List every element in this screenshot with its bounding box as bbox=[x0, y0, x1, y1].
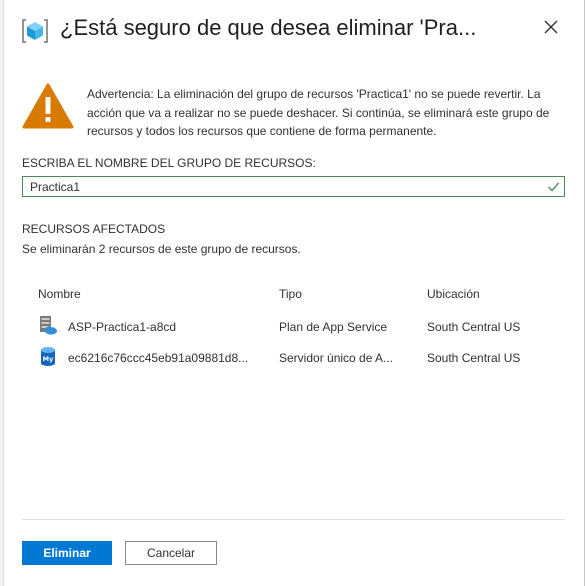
affected-resources-description: Se eliminarán 2 recursos de este grupo d… bbox=[22, 242, 301, 256]
mysql-server-icon: My bbox=[38, 345, 58, 367]
delete-button[interactable]: Eliminar bbox=[22, 541, 112, 565]
background-panel-edge bbox=[0, 0, 4, 586]
confirm-name-field[interactable] bbox=[22, 176, 565, 197]
affected-resources-heading: RECURSOS AFECTADOS bbox=[22, 222, 166, 236]
column-header-name: Nombre bbox=[38, 287, 81, 301]
dialog-header: ¿Está seguro de que desea eliminar 'Pra.… bbox=[20, 10, 568, 50]
close-icon[interactable] bbox=[539, 15, 563, 39]
column-header-type: Tipo bbox=[279, 287, 302, 301]
table-row: My ec6216c76ccc45eb91a09881d8... Servido… bbox=[0, 344, 585, 370]
confirm-name-input[interactable] bbox=[30, 179, 530, 195]
column-header-location: Ubicación bbox=[427, 287, 480, 301]
resource-type: Servidor único de A... bbox=[279, 351, 394, 365]
table-row: ASP-Practica1-a8cd Plan de App Service S… bbox=[0, 313, 585, 339]
resource-location: South Central US bbox=[427, 351, 521, 365]
app-service-plan-icon bbox=[38, 314, 58, 336]
svg-text:My: My bbox=[43, 355, 54, 363]
resource-location: South Central US bbox=[427, 320, 521, 334]
dialog-title: ¿Está seguro de que desea eliminar 'Pra.… bbox=[60, 15, 477, 40]
warning-icon bbox=[22, 83, 74, 129]
resource-group-icon bbox=[20, 16, 50, 46]
footer-divider bbox=[22, 519, 565, 520]
resource-type: Plan de App Service bbox=[279, 320, 388, 334]
resource-name: ASP-Practica1-a8cd bbox=[68, 320, 177, 334]
cancel-button[interactable]: Cancelar bbox=[125, 541, 217, 565]
resource-name: ec6216c76ccc45eb91a09881d8... bbox=[68, 351, 249, 365]
checkmark-icon bbox=[547, 180, 560, 193]
warning-message: Advertencia: La eliminación del grupo de… bbox=[87, 87, 550, 138]
confirm-name-label: ESCRIBA EL NOMBRE DEL GRUPO DE RECURSOS: bbox=[22, 156, 316, 170]
